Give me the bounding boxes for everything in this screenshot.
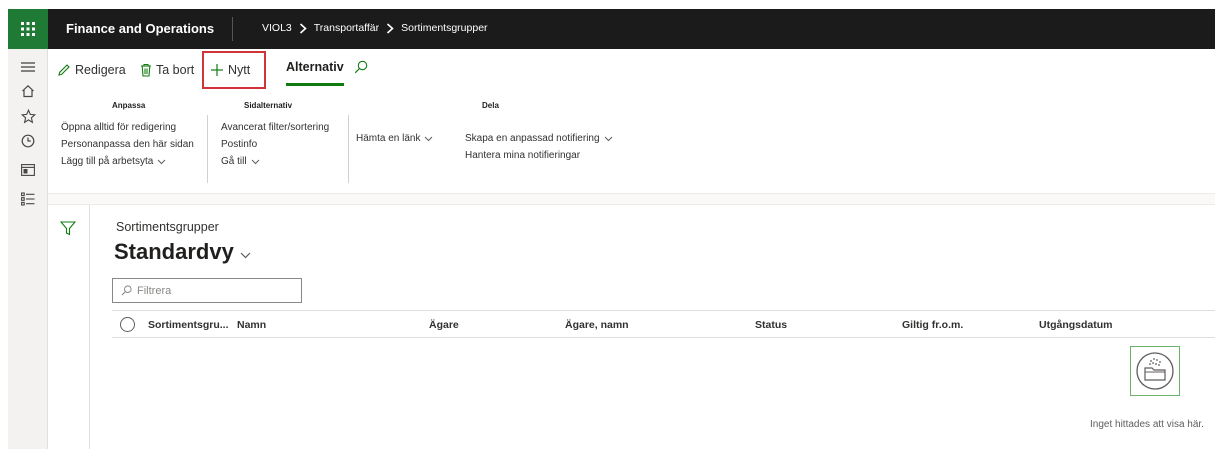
chevron-right-icon [386, 22, 394, 34]
chevron-down-icon [157, 159, 166, 164]
column-header-assortment-group[interactable]: Sortimentsgru... [148, 319, 229, 331]
home-icon[interactable] [20, 83, 36, 99]
filter-pane [48, 205, 90, 449]
navigation-rail [8, 49, 48, 449]
main-content: Sortimentsgrupper Standardvy Sortimentsg… [90, 205, 1215, 449]
workspace-icon[interactable] [20, 162, 36, 178]
filter-icon[interactable] [59, 221, 77, 241]
grid-header: Sortimentsgru... Namn Ägare Ägare, namn … [112, 310, 1215, 338]
view-selector[interactable]: Standardvy [114, 239, 251, 265]
breadcrumb-module[interactable]: Transportaffär [314, 22, 379, 34]
chevron-down-icon [425, 136, 433, 141]
highlight-box [202, 51, 266, 89]
ribbon-content-divider [48, 193, 1215, 205]
column-header-owner-name[interactable]: Ägare, namn [565, 319, 629, 331]
column-header-name[interactable]: Namn [237, 319, 266, 331]
menu-item-label: Lägg till på arbetsyta [61, 156, 154, 167]
list-icon[interactable] [20, 191, 36, 207]
app-title[interactable]: Finance and Operations [66, 21, 214, 36]
chevron-down-icon [240, 252, 251, 258]
filter-input[interactable] [137, 284, 297, 297]
search-icon [121, 285, 132, 296]
trash-icon [141, 63, 151, 77]
menu-item-label: Hämta en länk [356, 133, 421, 144]
chevron-down-icon [604, 136, 612, 141]
action-pane: Redigera Ta bort Nytt Alternativ [48, 49, 1215, 89]
page-caption: Sortimentsgrupper [116, 220, 219, 234]
empty-folder-icon [1130, 346, 1180, 396]
chevron-right-icon [299, 22, 307, 34]
select-all-radio[interactable] [120, 317, 135, 332]
menu-item-manage-alerts[interactable]: Hantera mina notifieringar [465, 150, 580, 161]
active-tab-indicator [286, 83, 344, 86]
column-header-valid-from[interactable]: Giltig fr.o.m. [902, 319, 963, 331]
pencil-icon [58, 64, 70, 76]
breadcrumb: VIOL3 Transportaffär Sortimentsgrupper [262, 22, 488, 34]
star-icon[interactable] [20, 108, 36, 124]
delete-button[interactable]: Ta bort [140, 60, 194, 80]
options-ribbon: Anpassa Öppna alltid för redigering Pers… [48, 89, 1215, 193]
tab-alternativ[interactable]: Alternativ [286, 60, 344, 74]
breadcrumb-company[interactable]: VIOL3 [262, 22, 292, 34]
group-title-sidalternativ: Sidalternativ [244, 101, 293, 110]
title-divider [232, 17, 233, 41]
column-header-owner[interactable]: Ägare [429, 319, 459, 331]
delete-button-label: Ta bort [156, 63, 195, 77]
group-divider [348, 115, 349, 183]
menu-item-get-link[interactable]: Hämta en länk [356, 133, 433, 144]
menu-item-add-to-workspace[interactable]: Lägg till på arbetsyta [61, 156, 166, 167]
menu-item-advanced-filter[interactable]: Avancerat filter/sortering [221, 122, 329, 133]
menu-item-record-info[interactable]: Postinfo [221, 139, 257, 150]
menu-item-always-edit[interactable]: Öppna alltid för redigering [61, 122, 176, 133]
menu-item-go-to[interactable]: Gå till [221, 156, 260, 167]
clock-icon[interactable] [20, 133, 36, 149]
chevron-down-icon [251, 159, 259, 164]
column-header-status[interactable]: Status [755, 319, 787, 331]
empty-state-message: Inget hittades att visa här. [1090, 419, 1204, 430]
group-title-anpassa: Anpassa [112, 101, 146, 110]
menu-item-personalize-page[interactable]: Personanpassa den här sidan [61, 139, 194, 150]
group-title-dela: Dela [482, 101, 499, 110]
breadcrumb-page[interactable]: Sortimentsgrupper [401, 22, 487, 34]
waffle-icon[interactable] [8, 9, 48, 49]
top-navigation-bar: Finance and Operations VIOL3 Transportaf… [8, 9, 1215, 49]
menu-item-label: Gå till [221, 156, 247, 167]
edit-button[interactable]: Redigera [57, 60, 126, 80]
search-icon[interactable] [354, 60, 368, 79]
menu-item-label: Skapa en anpassad notifiering [465, 133, 600, 144]
menu-item-create-alert[interactable]: Skapa en anpassad notifiering [465, 133, 613, 144]
group-divider [207, 115, 208, 183]
filter-input-box[interactable] [112, 278, 302, 303]
view-name: Standardvy [114, 239, 234, 264]
edit-button-label: Redigera [75, 63, 126, 77]
hamburger-icon[interactable] [20, 59, 36, 75]
column-header-expiry-date[interactable]: Utgångsdatum [1039, 319, 1113, 331]
